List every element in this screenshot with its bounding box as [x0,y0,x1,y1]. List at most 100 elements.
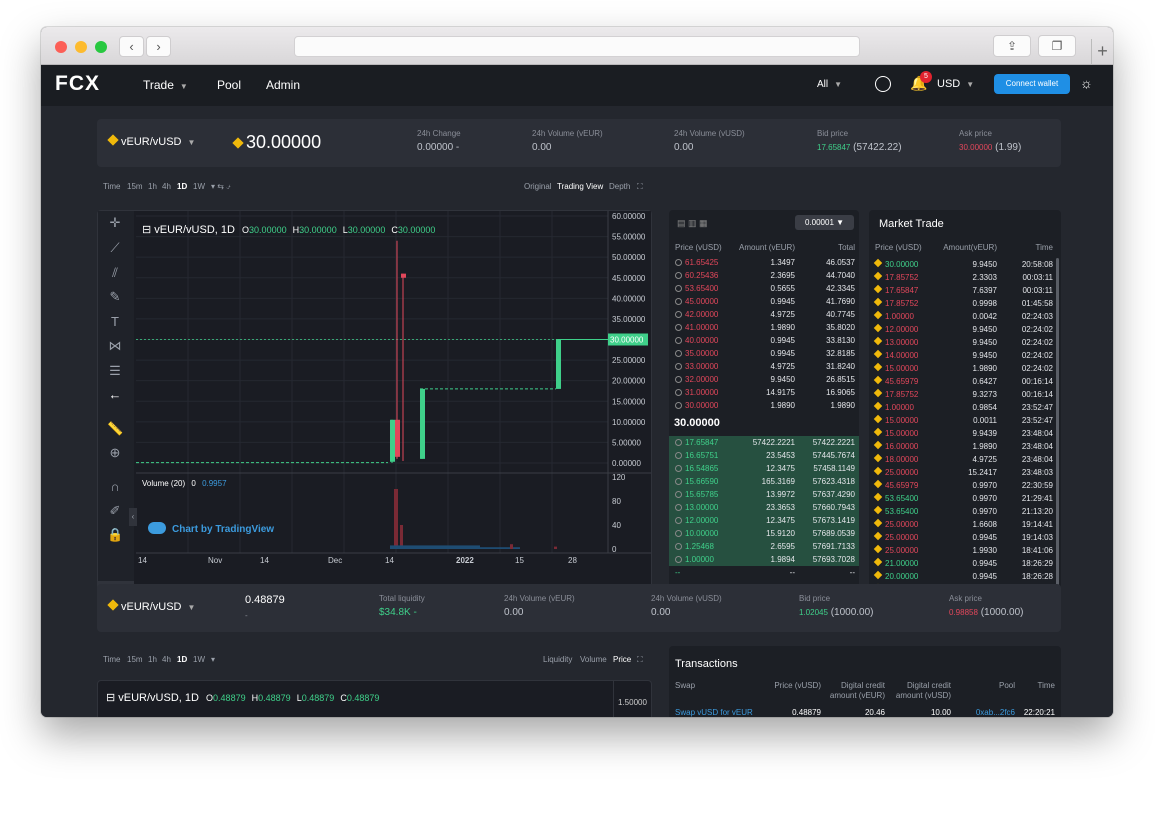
trade-row[interactable]: 45.65979 0.9970 22:30:59 [869,479,1061,492]
tf-time[interactable]: Time [103,182,120,191]
trendline-icon[interactable]: ⟋ [107,240,123,256]
tf-15m[interactable]: 15m [127,655,143,664]
minimize-light[interactable] [75,41,87,53]
trade-row[interactable]: 25.00000 1.6608 19:14:41 [869,518,1061,531]
pair-select[interactable]: vEUR/vUSD ▼ [107,134,195,148]
zoom-icon[interactable]: ⊕ [107,445,123,461]
trade-row[interactable]: 17.85752 0.9998 01:45:58 [869,297,1061,310]
bid-row[interactable]: 16.65751 23.5453 57445.7674 [669,449,859,462]
tx-swap-link[interactable]: Swap vUSD for vEUR [675,708,753,717]
ask-row[interactable]: 41.00000 1.9890 35.8020 [669,321,859,334]
tf-1h[interactable]: 1h [148,655,157,664]
close-light[interactable] [55,41,67,53]
trade-row[interactable]: 17.85752 9.3273 00:16:14 [869,388,1061,401]
ask-row[interactable]: 60.25436 2.3695 44.7040 [669,269,859,282]
lock-icon[interactable]: 🔒 [107,527,123,543]
tf-time[interactable]: Time [103,655,120,664]
precision-select[interactable]: 0.00001 ▼ [795,215,854,230]
trade-row[interactable]: 53.65400 0.9970 21:13:20 [869,505,1061,518]
trade-row[interactable]: 20.00000 0.9945 18:26:28 [869,570,1061,583]
tx-pool-link[interactable]: 0xab...2fc6 [965,708,1015,717]
bid-row[interactable]: 1.00000 1.9894 57693.7028 [669,553,859,566]
indicators-icon[interactable]: ▾ ⇆ ⍻ [211,182,231,192]
trade-row[interactable]: 15.00000 1.9890 02:24:02 [869,362,1061,375]
theme-toggle-icon[interactable]: ☼ [1080,75,1093,91]
trade-row[interactable]: 18.00000 4.9725 23:48:04 [869,453,1061,466]
currency-select[interactable]: USD ▼ [937,78,974,90]
tf-1d[interactable]: 1D [177,182,187,191]
tabs-icon[interactable]: ❐ [1038,35,1076,57]
trade-row[interactable]: 13.00000 9.9450 02:24:02 [869,336,1061,349]
trade-row[interactable]: 1.00000 0.9854 23:52:47 [869,401,1061,414]
pool-chart[interactable]: ⊟ vEUR/vUSD, 1D O0.48879 H0.48879 L0.488… [97,680,652,717]
trade-row[interactable]: 1.00000 0.0042 02:24:03 [869,310,1061,323]
crosshair-icon[interactable]: ✛ [107,215,123,231]
book-layout-icons[interactable]: ▤ ▥ ▦ [677,218,708,229]
collapse-toolbar-icon[interactable]: ‹ [129,508,137,526]
bid-row[interactable]: 13.00000 23.3653 57660.7943 [669,501,859,514]
brush-icon[interactable]: ✎ [107,289,123,305]
forward-icon[interactable]: › [146,36,171,57]
pattern-icon[interactable]: ⋈ [107,338,123,354]
indicators-icon[interactable]: ▾ [211,655,215,664]
fullscreen-icon[interactable]: ⛶ [637,655,643,665]
trade-row[interactable]: 53.65400 0.9970 21:29:41 [869,492,1061,505]
tf-4h[interactable]: 4h [162,182,171,191]
pencil-lock-icon[interactable]: ✐ [107,503,123,519]
fib-icon[interactable]: ⫽ [107,265,123,281]
trade-row[interactable]: 12.00000 9.9450 02:24:02 [869,323,1061,336]
trade-row[interactable]: 15.00000 0.0011 23:52:47 [869,414,1061,427]
tf-1h[interactable]: 1h [148,182,157,191]
back-icon[interactable]: ‹ [119,36,144,57]
trade-row[interactable]: 15.00000 9.9439 23:48:04 [869,427,1061,440]
view-depth[interactable]: Depth [609,182,630,191]
new-tab-icon[interactable]: + [1091,39,1113,65]
legend-icon[interactable]: ⊟ [142,224,151,236]
ask-row[interactable]: 61.65425 1.3497 46.0537 [669,256,859,269]
tf-1w[interactable]: 1W [193,182,205,191]
fullscreen-icon[interactable]: ⛶ [637,182,643,192]
ask-row[interactable]: 53.65400 0.5655 42.3345 [669,282,859,295]
trade-row[interactable]: 17.85752 2.3303 00:03:11 [869,271,1061,284]
ask-row[interactable]: 35.00000 0.9945 32.8185 [669,347,859,360]
magnet-icon[interactable]: ∩ [107,479,123,495]
bid-row[interactable]: 16.54865 12.3475 57458.1149 [669,462,859,475]
view-liquidity[interactable]: Liquidity [543,655,572,664]
trade-row[interactable]: 25.00000 1.9930 18:41:06 [869,544,1061,557]
bid-row[interactable]: 17.65847 57422.2221 57422.2221 [669,436,859,449]
bid-row[interactable]: 1.25468 2.6595 57691.7133 [669,540,859,553]
trade-row[interactable]: 16.00000 1.9890 23:48:04 [869,440,1061,453]
trade-row[interactable]: 45.65979 0.6427 00:16:14 [869,375,1061,388]
ask-row[interactable]: 33.00000 4.9725 31.8240 [669,360,859,373]
bid-row[interactable]: 15.65785 13.9972 57637.4290 [669,488,859,501]
scrollbar[interactable] [1056,258,1059,588]
price-chart-canvas[interactable]: 60.00000 55.00000 50.00000 45.00000 40.00000… [136,211,651,597]
tf-15m[interactable]: 15m [127,182,143,191]
url-bar[interactable] [294,36,860,57]
share-icon[interactable]: ⇪ [993,35,1031,57]
nav-trade[interactable]: Trade ▼ [143,78,188,92]
ruler-icon[interactable]: 📏 [107,421,123,437]
trade-row[interactable]: 21.00000 0.9945 18:26:29 [869,557,1061,570]
view-tradingview[interactable]: Trading View [557,182,603,191]
text-icon[interactable]: T [107,314,123,330]
connect-wallet-button[interactable]: Connect wallet [994,74,1070,94]
legend-icon[interactable]: ⊟ [106,692,115,704]
tf-1w[interactable]: 1W [193,655,205,664]
measure-lines-icon[interactable]: ☰ [107,363,123,379]
ask-row[interactable]: 42.00000 4.9725 40.7745 [669,308,859,321]
trade-row[interactable]: 25.00000 0.9945 19:14:03 [869,531,1061,544]
view-original[interactable]: Original [524,182,552,191]
trade-row[interactable]: 14.00000 9.9450 02:24:02 [869,349,1061,362]
trade-row[interactable]: 25.00000 15.2417 23:48:03 [869,466,1061,479]
trade-row[interactable]: 17.65847 7.6397 00:03:11 [869,284,1061,297]
ask-row[interactable]: 31.00000 14.9175 16.9065 [669,386,859,399]
user-icon[interactable] [875,76,891,92]
network-filter[interactable]: All ▼ [817,79,842,90]
tf-1d[interactable]: 1D [177,655,187,664]
pool-pair-select[interactable]: vEUR/vUSD ▼ [107,599,195,613]
nav-pool[interactable]: Pool [217,78,241,92]
trade-row[interactable]: 30.00000 9.9450 20:58:08 [869,258,1061,271]
tf-4h[interactable]: 4h [162,655,171,664]
ask-row[interactable]: 32.00000 9.9450 26.8515 [669,373,859,386]
